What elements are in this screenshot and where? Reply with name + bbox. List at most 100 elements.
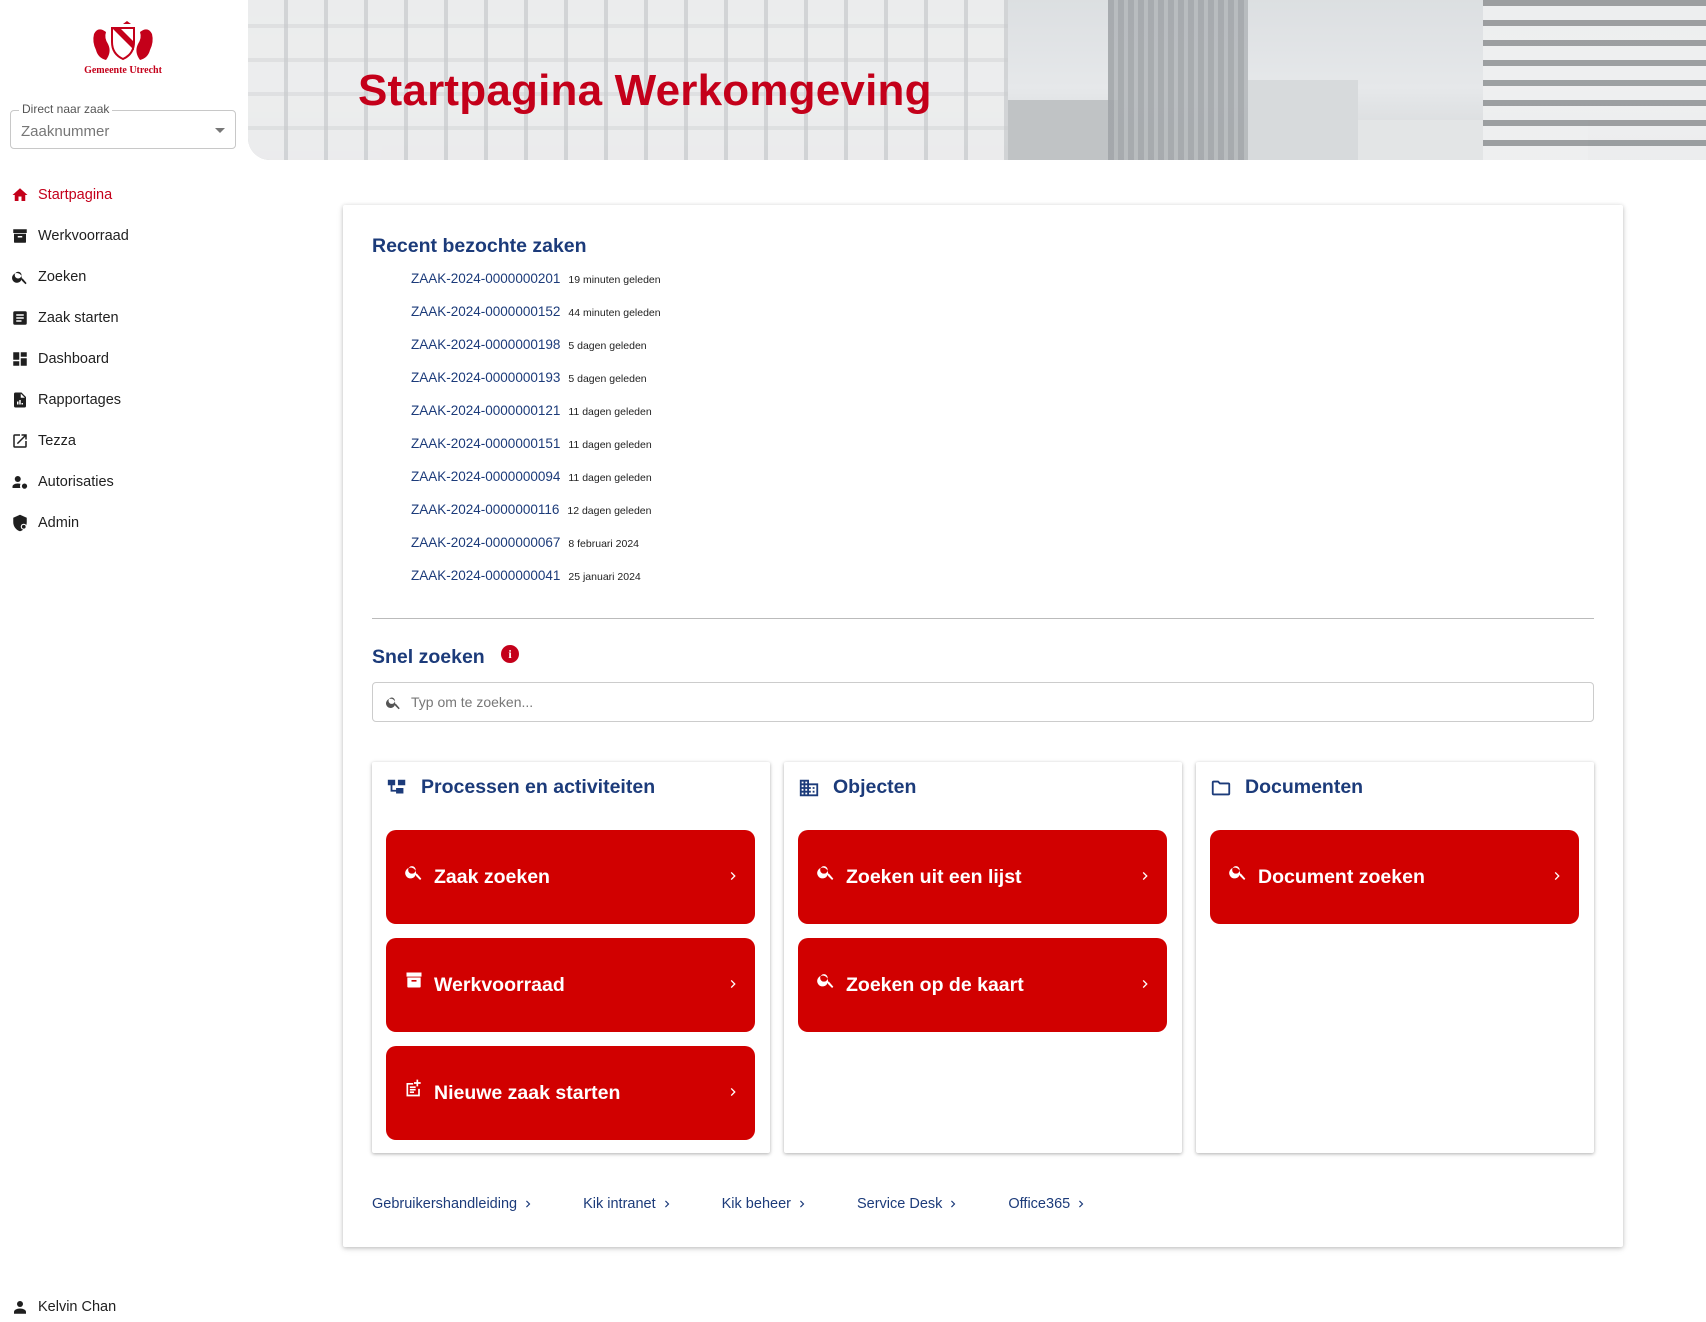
logo-text: Gemeente Utrecht: [84, 65, 162, 76]
chevron-right-icon: [526, 1200, 531, 1208]
recent-title: Recent bezochte zaken: [372, 235, 587, 257]
panel-objecten: Objecten Zoeken uit een lijst Zoeken op …: [784, 762, 1182, 1153]
app: Gemeente Utrecht Direct naar zaak Zaaknu…: [0, 0, 1706, 1322]
nav-item-startpagina[interactable]: Startpagina: [0, 174, 248, 215]
link-office365[interactable]: Office365: [1008, 1196, 1088, 1212]
recent-case-link[interactable]: ZAAK-2024-0000000152: [411, 304, 560, 319]
recent-case-link[interactable]: ZAAK-2024-0000000198: [411, 337, 560, 352]
snel-zoeken-title: Snel zoeken: [372, 646, 485, 668]
nav-item-label: Admin: [38, 514, 80, 531]
recent-case-time: 5 dagen geleden: [568, 373, 647, 385]
chevron-right-icon: [730, 980, 736, 988]
recent-case-time: 11 dagen geleden: [568, 439, 652, 451]
chevron-right-icon: [730, 872, 736, 880]
nav-item-rapportages[interactable]: Rapportages: [0, 379, 248, 420]
archive-icon: [13, 228, 27, 243]
werkvoorraad-button[interactable]: Werkvoorraad: [386, 938, 755, 1032]
list-item: ZAAK-2024-0000000193 5 dagen geleden: [411, 370, 661, 403]
recent-case-link[interactable]: ZAAK-2024-0000000116: [411, 502, 559, 517]
dashboard-icon: [13, 351, 27, 366]
zoeken-uit-lijst-button[interactable]: Zoeken uit een lijst: [798, 830, 1167, 924]
recent-case-link[interactable]: ZAAK-2024-0000000041: [411, 568, 560, 583]
main-card: Recent bezochte zaken ZAAK-2024-00000002…: [343, 205, 1623, 1247]
link-service-desk[interactable]: Service Desk: [857, 1196, 960, 1212]
search-icon: [817, 974, 834, 988]
list-item: ZAAK-2024-0000000094 11 dagen geleden: [411, 469, 661, 502]
report-icon: [14, 392, 26, 407]
nav-item-zaak-starten[interactable]: Zaak starten: [0, 297, 248, 338]
zaak-zoeken-button[interactable]: Zaak zoeken: [386, 830, 755, 924]
link-label: Kik beheer: [721, 1196, 791, 1212]
user-name: Kelvin Chan: [38, 1299, 117, 1315]
nav-item-tezza[interactable]: Tezza: [0, 420, 248, 461]
list-item: ZAAK-2024-0000000041 25 januari 2024: [411, 568, 661, 601]
panel-documenten: Documenten Document zoeken: [1196, 762, 1594, 1153]
chevron-right-icon: [951, 1200, 956, 1208]
search-input[interactable]: [411, 683, 1581, 721]
panel-header: Objecten: [798, 776, 916, 799]
process-tree-icon: [387, 779, 406, 793]
button-label: Werkvoorraad: [434, 974, 565, 996]
dropdown-caret-icon[interactable]: [215, 128, 225, 133]
panel-header: Processen en activiteiten: [386, 776, 655, 799]
recent-case-time: 8 februari 2024: [568, 538, 640, 550]
link-kik-beheer[interactable]: Kik beheer: [722, 1196, 809, 1212]
chevron-right-icon: [664, 1200, 669, 1208]
nav-item-label: Werkvoorraad: [38, 227, 129, 244]
nav-item-label: Tezza: [38, 432, 76, 449]
nav-item-label: Autorisaties: [38, 473, 114, 490]
list-item: ZAAK-2024-0000000152 44 minuten geleden: [411, 304, 661, 337]
archive-icon: [406, 972, 422, 988]
nav-item-label: Rapportages: [38, 391, 122, 408]
logo[interactable]: Gemeente Utrecht: [78, 20, 168, 76]
list-item: ZAAK-2024-0000000198 5 dagen geleden: [411, 337, 661, 370]
nieuwe-zaak-starten-button[interactable]: Nieuwe zaak starten: [386, 1046, 755, 1140]
recent-case-time: 12 dagen geleden: [567, 505, 652, 517]
list-item: ZAAK-2024-0000000116 12 dagen geleden: [411, 502, 661, 535]
nav-item-label: Zaak starten: [38, 309, 119, 326]
button-label: Zaak zoeken: [434, 866, 550, 888]
search-icon: [817, 866, 834, 880]
recent-case-link[interactable]: ZAAK-2024-0000000201: [411, 271, 560, 286]
sidebar: Gemeente Utrecht Direct naar zaak Zaaknu…: [0, 0, 248, 1322]
note-add-icon: [406, 1079, 421, 1097]
list-item: ZAAK-2024-0000000121 11 dagen geleden: [411, 403, 661, 436]
direct-naar-zaak-select[interactable]: Direct naar zaak Zaaknummer: [10, 102, 236, 149]
zoeken-op-kaart-button[interactable]: Zoeken op de kaart: [798, 938, 1167, 1032]
link-gebruikershandleiding[interactable]: Gebruikershandleiding: [372, 1196, 535, 1212]
recent-case-link[interactable]: ZAAK-2024-0000000094: [411, 469, 560, 484]
recent-case-time: 11 dagen geleden: [568, 406, 652, 418]
panel-title: Documenten: [1245, 776, 1364, 798]
info-icon[interactable]: i: [501, 645, 519, 663]
nav-item-zoeken[interactable]: Zoeken: [0, 256, 248, 297]
recent-case-link[interactable]: ZAAK-2024-0000000121: [411, 403, 560, 418]
search-icon: [386, 697, 400, 710]
footer-links: Gebruikershandleiding Kik intranet Kik b…: [372, 1196, 1136, 1212]
recent-case-time: 44 minuten geleden: [568, 307, 661, 319]
recent-case-time: 19 minuten geleden: [568, 274, 661, 286]
user-profile[interactable]: Kelvin Chan: [11, 1298, 116, 1316]
folder-icon: [1211, 780, 1231, 795]
recent-case-time: 25 januari 2024: [568, 571, 641, 583]
chevron-right-icon: [1142, 980, 1148, 988]
list-item: ZAAK-2024-0000000067 8 februari 2024: [411, 535, 661, 568]
nav-item-werkvoorraad[interactable]: Werkvoorraad: [0, 215, 248, 256]
link-kik-intranet[interactable]: Kik intranet: [583, 1196, 674, 1212]
coat-of-arms-logo: [93, 21, 153, 61]
panel-processen: Processen en activiteiten Zaak zoeken We…: [372, 762, 770, 1153]
chevron-right-icon: [1142, 872, 1148, 880]
document-zoeken-button[interactable]: Document zoeken: [1210, 830, 1579, 924]
recent-case-link[interactable]: ZAAK-2024-0000000193: [411, 370, 560, 385]
nav-item-autorisaties[interactable]: Autorisaties: [0, 461, 248, 502]
person-icon: [14, 1301, 26, 1314]
chevron-right-icon: [730, 1088, 736, 1096]
recent-case-time: 11 dagen geleden: [568, 472, 652, 484]
nav-item-admin[interactable]: Admin: [0, 502, 248, 543]
hero-banner: Startpagina Werkomgeving: [248, 0, 1706, 160]
section-divider: [372, 618, 1594, 619]
snel-zoeken-field[interactable]: [372, 682, 1594, 722]
recent-list: ZAAK-2024-0000000201 19 minuten geleden Z…: [411, 271, 661, 601]
recent-case-link[interactable]: ZAAK-2024-0000000151: [411, 436, 560, 451]
nav-item-dashboard[interactable]: Dashboard: [0, 338, 248, 379]
recent-case-link[interactable]: ZAAK-2024-0000000067: [411, 535, 560, 550]
